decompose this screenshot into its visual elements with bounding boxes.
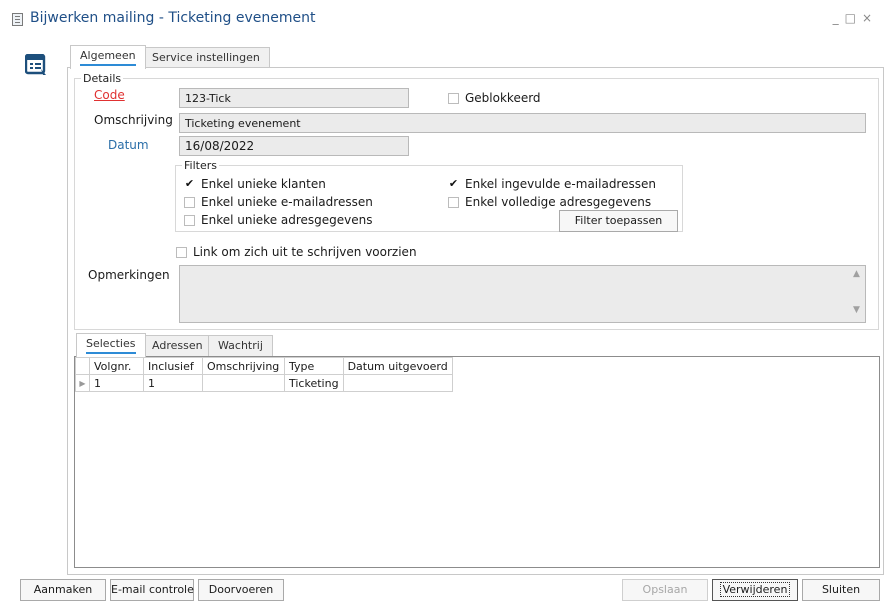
title-bar: Bijwerken mailing - Ticketing evenement … bbox=[0, 0, 888, 38]
table-cell[interactable]: 1 bbox=[143, 374, 203, 392]
checkbox-label: Link om zich uit te schrijven voorzien bbox=[193, 245, 417, 259]
datum-label: Datum bbox=[108, 138, 149, 152]
checkbox-box[interactable] bbox=[448, 196, 459, 208]
checkbox-label: Enkel ingevulde e-mailadressen bbox=[465, 177, 656, 191]
minimize-button[interactable]: _ bbox=[833, 11, 845, 25]
table-cell[interactable] bbox=[342, 374, 453, 392]
checkbox-label: Enkel volledige adresgegevens bbox=[465, 195, 652, 209]
selecties-table: Volgnr. Inclusief Omschrijving Type Datu… bbox=[75, 357, 453, 392]
sluiten-button[interactable]: Sluiten bbox=[802, 579, 880, 601]
doorvoeren-button[interactable]: Doorvoeren bbox=[198, 579, 284, 601]
checkbox-checked[interactable]: ✔ bbox=[184, 178, 195, 190]
email-controle-button[interactable]: E-mail controle bbox=[110, 579, 194, 601]
enkel-unieke-adresgegevens-checkbox[interactable]: Enkel unieke adresgegevens bbox=[184, 213, 373, 227]
omschrijving-field[interactable]: Ticketing evenement bbox=[179, 113, 866, 133]
column-header[interactable]: Omschrijving bbox=[202, 357, 285, 375]
verwijderen-button[interactable]: Verwijderen bbox=[712, 579, 798, 601]
table-header-row: Volgnr. Inclusief Omschrijving Type Datu… bbox=[75, 357, 453, 375]
column-header[interactable]: Type bbox=[284, 357, 344, 375]
checkbox-box[interactable] bbox=[184, 196, 195, 208]
enkel-unieke-klanten-checkbox[interactable]: ✔ Enkel unieke klanten bbox=[184, 177, 326, 191]
row-indicator-header bbox=[75, 357, 90, 375]
window-controls: _□× bbox=[833, 11, 878, 25]
button-label: Verwijderen bbox=[719, 582, 791, 597]
selecties-grid: Volgnr. Inclusief Omschrijving Type Datu… bbox=[74, 356, 880, 568]
column-header[interactable]: Datum uitgevoerd bbox=[342, 357, 453, 375]
checkbox-box[interactable] bbox=[176, 246, 187, 258]
checkbox-label: Enkel unieke adresgegevens bbox=[201, 213, 373, 227]
checkbox-label: Enkel unieke klanten bbox=[201, 177, 326, 191]
column-header[interactable]: Volgnr. bbox=[89, 357, 144, 375]
row-indicator-icon[interactable]: ▶ bbox=[75, 374, 90, 392]
opslaan-button[interactable]: Opslaan bbox=[622, 579, 708, 601]
filter-toepassen-button[interactable]: Filter toepassen bbox=[559, 210, 678, 232]
enkel-volledige-adresgegevens-checkbox[interactable]: Enkel volledige adresgegevens bbox=[448, 195, 651, 209]
checkbox-box[interactable] bbox=[184, 214, 195, 226]
omschrijving-label: Omschrijving bbox=[94, 113, 173, 127]
tab-label: Selecties bbox=[86, 337, 136, 354]
datum-field[interactable]: 16/08/2022 bbox=[179, 136, 409, 156]
scroll-up-icon[interactable]: ▲ bbox=[848, 269, 865, 279]
table-row[interactable]: ▶ 1 1 Ticketing bbox=[75, 374, 453, 392]
scroll-down-icon[interactable]: ▼ bbox=[848, 305, 865, 315]
tab-label: Wachtrij bbox=[218, 339, 263, 352]
tab-algemeen[interactable]: Algemeen bbox=[70, 45, 146, 69]
maximize-button[interactable]: □ bbox=[845, 11, 862, 25]
form-list-icon bbox=[25, 54, 46, 75]
table-cell[interactable]: Ticketing bbox=[284, 374, 344, 392]
close-button[interactable]: × bbox=[862, 11, 878, 25]
tab-wachtrij[interactable]: Wachtrij bbox=[208, 335, 273, 357]
checkbox-label: Enkel unieke e-mailadressen bbox=[201, 195, 373, 209]
tab-label: Service instellingen bbox=[152, 51, 260, 64]
details-legend: Details bbox=[83, 72, 122, 85]
opmerkingen-textarea[interactable]: ▲ ▼ bbox=[179, 265, 866, 323]
table-cell[interactable] bbox=[202, 374, 285, 392]
tab-label: Algemeen bbox=[80, 49, 136, 66]
filters-legend: Filters bbox=[184, 159, 217, 172]
tab-selecties[interactable]: Selecties bbox=[76, 333, 146, 357]
window-title: Bijwerken mailing - Ticketing evenement bbox=[30, 10, 316, 26]
checkbox-label: Geblokkeerd bbox=[465, 91, 541, 105]
checkbox-box[interactable] bbox=[448, 92, 459, 104]
enkel-unieke-emailadressen-checkbox[interactable]: Enkel unieke e-mailadressen bbox=[184, 195, 373, 209]
code-label: Code bbox=[94, 88, 125, 102]
enkel-ingevulde-emailadressen-checkbox[interactable]: ✔ Enkel ingevulde e-mailadressen bbox=[448, 177, 656, 191]
code-field[interactable]: 123-Tick bbox=[179, 88, 409, 108]
tab-adressen[interactable]: Adressen bbox=[142, 335, 213, 357]
remarks-scrollbar[interactable]: ▲ ▼ bbox=[848, 266, 865, 322]
opmerkingen-label: Opmerkingen bbox=[88, 268, 170, 282]
geblokkeerd-checkbox[interactable]: Geblokkeerd bbox=[448, 91, 541, 105]
table-cell[interactable]: 1 bbox=[89, 374, 144, 392]
aanmaken-button[interactable]: Aanmaken bbox=[20, 579, 106, 601]
tab-label: Adressen bbox=[152, 339, 203, 352]
tab-service-instellingen[interactable]: Service instellingen bbox=[142, 47, 270, 69]
checkbox-checked[interactable]: ✔ bbox=[448, 178, 459, 190]
column-header[interactable]: Inclusief bbox=[143, 357, 203, 375]
document-icon bbox=[12, 13, 23, 26]
unsubscribe-link-checkbox[interactable]: Link om zich uit te schrijven voorzien bbox=[176, 245, 417, 259]
